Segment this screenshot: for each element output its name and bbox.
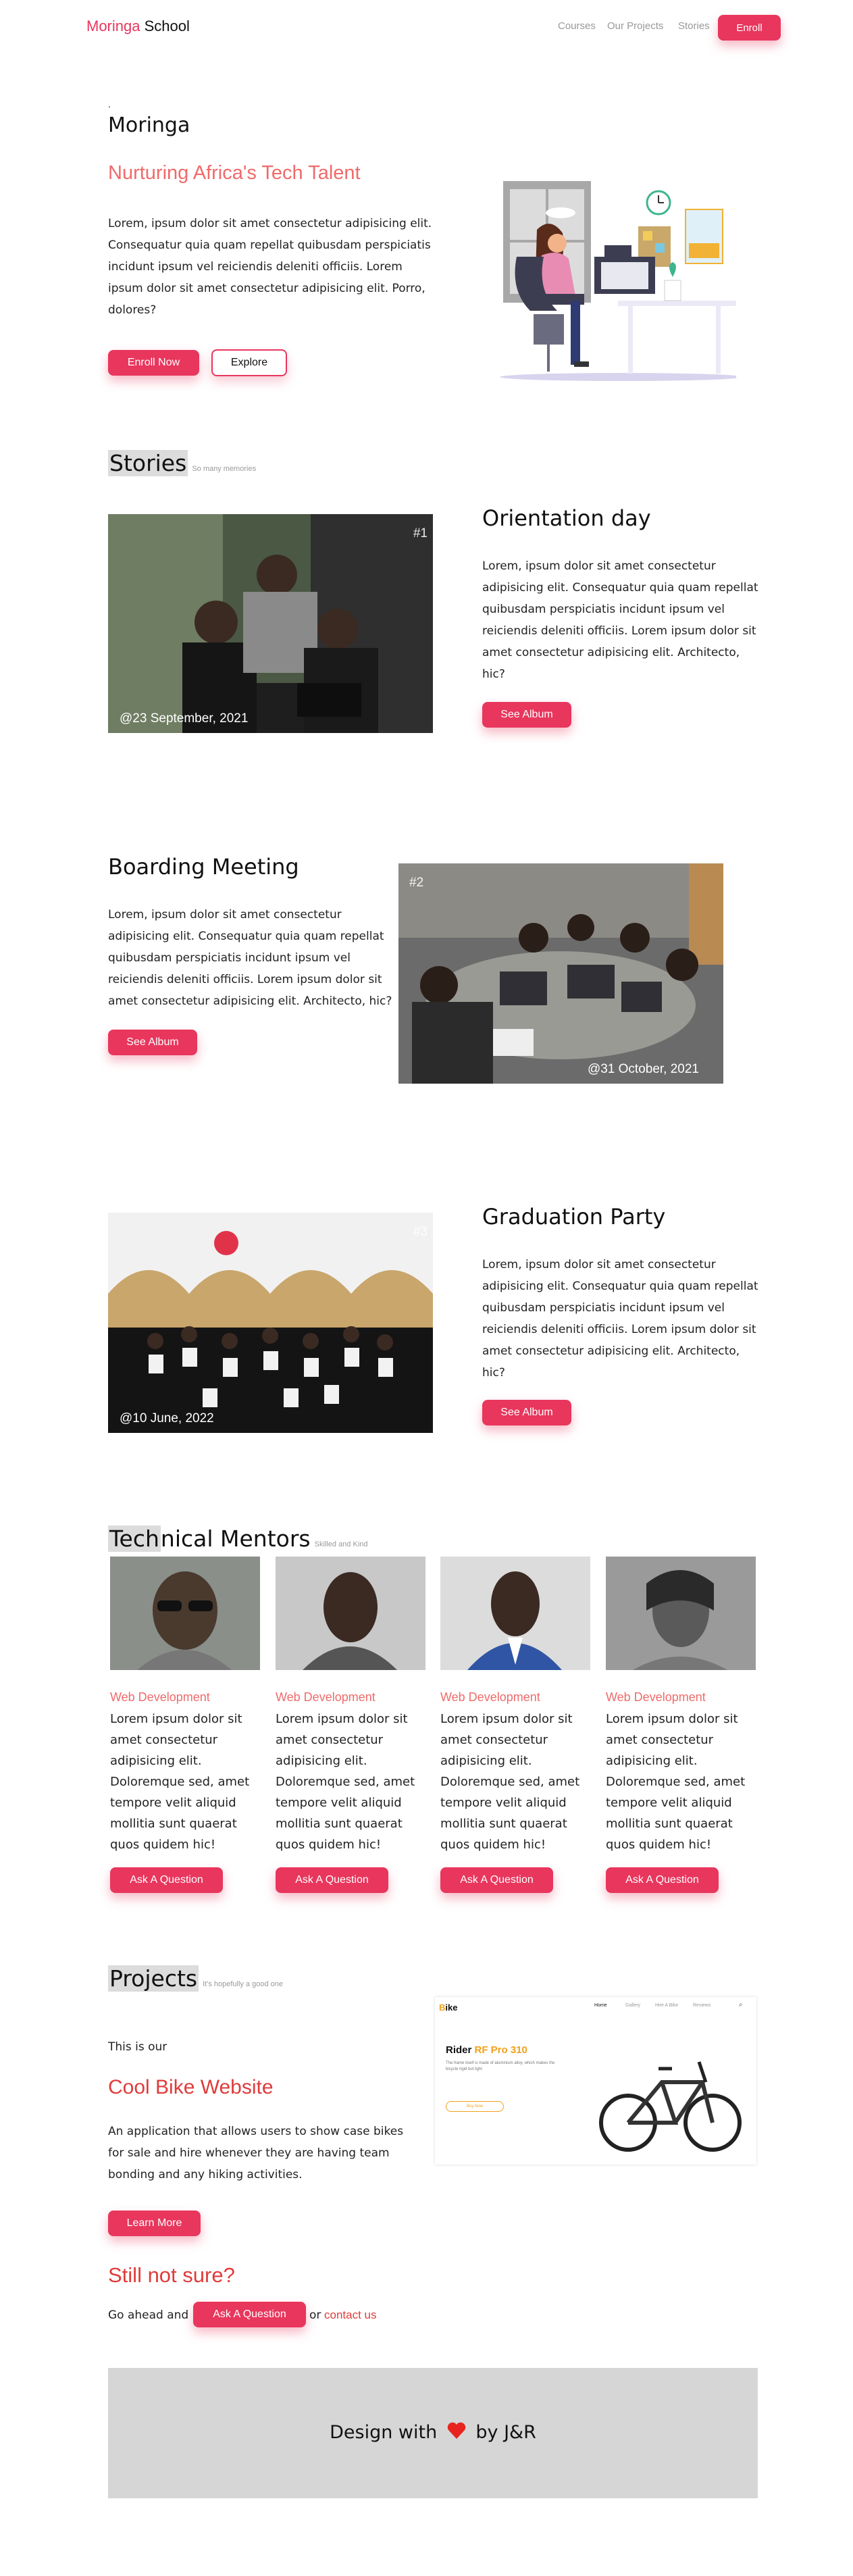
mentor-role-1: Web Development (110, 1690, 210, 1704)
nav-link-stories[interactable]: Stories (678, 20, 710, 32)
footer-text: Design with by J&R (330, 2422, 536, 2444)
mentor-role-2: Web Development (276, 1690, 376, 1704)
story-date-1: @23 September, 2021 (120, 711, 249, 726)
cta-or: or (309, 2308, 321, 2322)
preview-logo-b: B (439, 2002, 446, 2013)
mentor-photo-3 (440, 1557, 590, 1670)
mentor-photo-1 (110, 1557, 260, 1670)
story-text-2: Lorem, ipsum dolor sit amet consectetur … (108, 908, 392, 1008)
preview-nav-home: Home (594, 2003, 607, 2008)
story-photo-3[interactable]: #3 @10 June, 2022 (108, 1213, 433, 1433)
stories-heading-highlight: Stories (108, 450, 188, 476)
preview-search-icon: ⌕ (739, 2001, 743, 2009)
mentor-role-4: Web Development (606, 1690, 706, 1704)
preview-bike-image (599, 2061, 742, 2152)
story-date-3: @10 June, 2022 (120, 1411, 214, 1425)
story-title-2: Boarding Meeting (108, 854, 299, 880)
hero-subtitle: Nurturing Africa's Tech Talent (108, 162, 361, 184)
hero-illustration (486, 176, 750, 385)
hero-text: Lorem, ipsum dolor sit amet consectetur … (108, 217, 432, 317)
mentor-text-2: Lorem ipsum dolor sit amet consectetur a… (276, 1712, 415, 1852)
cta-go-ahead: Go ahead and (108, 2308, 189, 2322)
mentor-text-4: Lorem ipsum dolor sit amet consectetur a… (606, 1712, 746, 1852)
preview-nav-reviews: Reviews (693, 2003, 711, 2008)
story-text-3: Lorem, ipsum dolor sit amet consectetur … (482, 1258, 758, 1380)
mentors-heading-rest: nical Mentors (160, 1525, 311, 1552)
mentor-card-4: Web Development Lorem ipsum dolor sit am… (606, 1557, 756, 1893)
mentor-card-1: Web Development Lorem ipsum dolor sit am… (110, 1557, 260, 1893)
story-title-1: Orientation day (482, 505, 651, 531)
preview-title: Rider RF Pro 310 (446, 2044, 527, 2056)
footer-text-before: Design with (330, 2422, 438, 2443)
mentor-card-2: Web Development Lorem ipsum dolor sit am… (276, 1557, 425, 1893)
cta-title: Still not sure? (108, 2263, 235, 2287)
mentor-photo-4 (606, 1557, 756, 1670)
preview-nav-gallery: Gallery (625, 2003, 641, 2008)
project-intro: This is our (108, 2040, 167, 2054)
project-title: Cool Bike Website (108, 2076, 274, 2098)
story-num-1: #1 (413, 526, 428, 540)
cta-ask-question-button[interactable]: Ask A Question (193, 2302, 306, 2327)
story-photo-1[interactable]: #1 @23 September, 2021 (108, 514, 433, 733)
ask-question-button-2[interactable]: Ask A Question (276, 1867, 388, 1893)
nav-link-projects[interactable]: Our Projects (607, 20, 663, 32)
mentors-heading-highlight: Tech (108, 1525, 161, 1552)
mentor-photo-2 (276, 1557, 425, 1670)
footer: Design with by J&R (108, 2368, 758, 2498)
story-text-1: Lorem, ipsum dolor sit amet consectetur … (482, 559, 758, 681)
preview-cta: Buy Now (446, 2101, 504, 2112)
nav-link-courses[interactable]: Courses (558, 20, 596, 32)
stories-heading: Stories So many memories (108, 450, 256, 476)
project-preview[interactable]: Bike Home Gallery Hire A Bike Reviews ⌕ … (435, 1997, 756, 2165)
ask-question-button-1[interactable]: Ask A Question (110, 1867, 223, 1893)
brand-logo[interactable]: Moringa School (86, 18, 190, 35)
mentor-card-3: Web Development Lorem ipsum dolor sit am… (440, 1557, 590, 1893)
preview-nav-hire: Hire A Bike (655, 2003, 679, 2008)
story-date-2: @31 October, 2021 (587, 1062, 699, 1076)
story-album-button-3[interactable]: See Album (482, 1400, 571, 1425)
explore-button[interactable]: Explore (211, 349, 287, 376)
story-num-2: #2 (409, 876, 424, 890)
mentor-text-1: Lorem ipsum dolor sit amet consectetur a… (110, 1712, 250, 1852)
preview-title-a: Rider (446, 2044, 472, 2056)
hero-dot: . (108, 100, 111, 109)
projects-subheading: It's hopefully a good one (203, 1980, 284, 1988)
projects-heading-highlight: Projects (108, 1965, 199, 1992)
nav-enroll-button[interactable]: Enroll (718, 15, 781, 41)
mentors-subheading: Skilled and Kind (314, 1540, 368, 1548)
preview-logo-rest: ike (445, 2002, 458, 2013)
story-album-button-1[interactable]: See Album (482, 702, 571, 728)
brand-part1: Moringa (86, 18, 140, 34)
project-text: An application that allows users to show… (108, 2125, 404, 2181)
brand-part2: School (144, 18, 190, 34)
mentor-text-3: Lorem ipsum dolor sit amet consectetur a… (440, 1712, 580, 1852)
hero-title: Moringa (108, 113, 190, 137)
preview-title-b: RF Pro 310 (474, 2044, 527, 2056)
heart-icon (447, 2422, 466, 2444)
story-num-3: #3 (413, 1225, 428, 1239)
enroll-now-button[interactable]: Enroll Now (108, 350, 199, 376)
ask-question-button-4[interactable]: Ask A Question (606, 1867, 719, 1893)
story-album-button-2[interactable]: See Album (108, 1030, 197, 1055)
story-photo-2[interactable]: #2 @31 October, 2021 (398, 863, 723, 1084)
mentors-heading: Technical Mentors Skilled and Kind (108, 1525, 368, 1552)
preview-logo: Bike (439, 2002, 457, 2013)
mentor-role-3: Web Development (440, 1690, 540, 1704)
learn-more-button[interactable]: Learn More (108, 2211, 201, 2236)
footer-text-after: by J&R (475, 2422, 536, 2443)
preview-desc: The frame itself is made of aluminium al… (446, 2061, 555, 2071)
story-title-3: Graduation Party (482, 1204, 666, 1230)
ask-question-button-3[interactable]: Ask A Question (440, 1867, 553, 1893)
projects-heading: Projects It's hopefully a good one (108, 1965, 283, 1992)
stories-subheading: So many memories (192, 465, 257, 473)
contact-us-link[interactable]: contact us (324, 2308, 377, 2322)
